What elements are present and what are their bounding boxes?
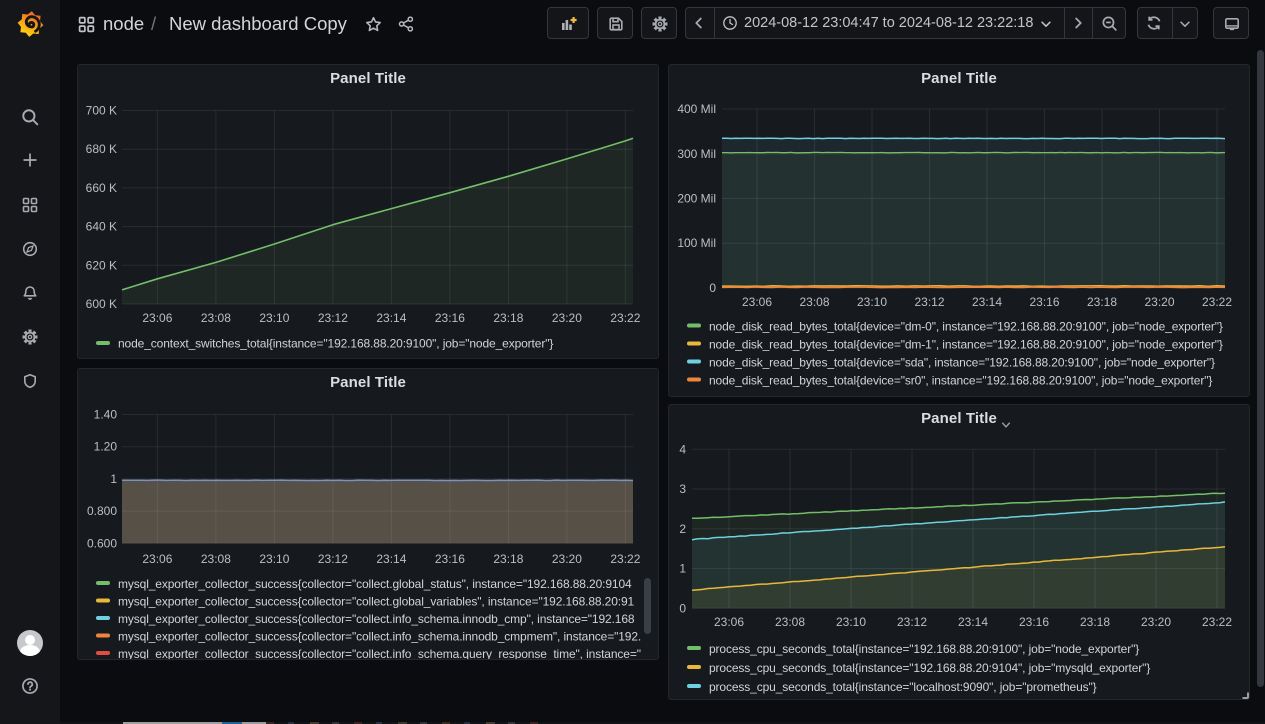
- svg-text:0: 0: [679, 601, 686, 615]
- svg-text:23:16: 23:16: [1029, 295, 1059, 309]
- svg-text:23:12: 23:12: [318, 552, 348, 566]
- svg-text:23:18: 23:18: [1087, 295, 1117, 309]
- svg-text:node_disk_read_bytes_total{dev: node_disk_read_bytes_total{device="sr0",…: [709, 374, 1212, 388]
- svg-text:100 Mil: 100 Mil: [677, 236, 716, 250]
- svg-text:23:14: 23:14: [376, 311, 406, 325]
- svg-text:600 K: 600 K: [86, 297, 117, 311]
- svg-text:1.40: 1.40: [94, 408, 118, 422]
- svg-text:node_disk_read_bytes_total{dev: node_disk_read_bytes_total{device="dm-1"…: [709, 338, 1223, 352]
- svg-text:23:20: 23:20: [1141, 615, 1171, 629]
- svg-text:23:16: 23:16: [435, 552, 465, 566]
- svg-text:23:20: 23:20: [552, 552, 582, 566]
- svg-text:mysql_exporter_collector_succe: mysql_exporter_collector_success{collect…: [118, 647, 641, 660]
- svg-text:1: 1: [679, 562, 686, 576]
- svg-text:680 K: 680 K: [86, 142, 117, 156]
- svg-text:0.600: 0.600: [87, 536, 117, 550]
- svg-text:23:14: 23:14: [972, 295, 1002, 309]
- svg-text:23:06: 23:06: [742, 295, 772, 309]
- svg-text:23:08: 23:08: [799, 295, 829, 309]
- svg-text:23:18: 23:18: [493, 552, 523, 566]
- svg-text:23:22: 23:22: [610, 552, 640, 566]
- svg-text:23:16: 23:16: [1019, 615, 1049, 629]
- svg-text:23:12: 23:12: [318, 311, 348, 325]
- svg-text:node_context_switches_total{in: node_context_switches_total{instance="19…: [118, 337, 553, 351]
- svg-text:node_disk_read_bytes_total{dev: node_disk_read_bytes_total{device="dm-0"…: [709, 320, 1223, 334]
- svg-text:23:08: 23:08: [201, 552, 231, 566]
- svg-text:1.20: 1.20: [94, 440, 118, 454]
- svg-text:node_disk_read_bytes_total{dev: node_disk_read_bytes_total{device="sda",…: [709, 356, 1215, 370]
- svg-text:4: 4: [679, 442, 686, 456]
- svg-text:23:20: 23:20: [1144, 295, 1174, 309]
- svg-text:0.800: 0.800: [87, 504, 117, 518]
- svg-text:23:12: 23:12: [914, 295, 944, 309]
- svg-text:23:06: 23:06: [142, 552, 172, 566]
- svg-text:mysql_exporter_collector_succe: mysql_exporter_collector_success{collect…: [118, 630, 641, 644]
- svg-text:23:22: 23:22: [610, 311, 640, 325]
- svg-text:23:18: 23:18: [493, 311, 523, 325]
- svg-text:23:14: 23:14: [958, 615, 988, 629]
- svg-text:process_cpu_seconds_total{inst: process_cpu_seconds_total{instance="loca…: [709, 680, 1097, 694]
- svg-text:23:06: 23:06: [142, 311, 172, 325]
- svg-text:mysql_exporter_collector_succe: mysql_exporter_collector_success{collect…: [118, 612, 635, 626]
- svg-text:2: 2: [679, 522, 686, 536]
- svg-text:23:10: 23:10: [259, 552, 289, 566]
- svg-text:23:06: 23:06: [714, 615, 744, 629]
- svg-text:mysql_exporter_collector_succe: mysql_exporter_collector_success{collect…: [118, 577, 632, 591]
- svg-text:23:10: 23:10: [259, 311, 289, 325]
- svg-text:23:14: 23:14: [376, 552, 406, 566]
- svg-text:620 K: 620 K: [86, 258, 117, 272]
- svg-text:1: 1: [110, 472, 117, 486]
- svg-text:23:22: 23:22: [1202, 615, 1232, 629]
- svg-text:300 Mil: 300 Mil: [677, 147, 716, 161]
- svg-text:mysql_exporter_collector_succe: mysql_exporter_collector_success{collect…: [118, 595, 635, 609]
- svg-text:660 K: 660 K: [86, 181, 117, 195]
- svg-text:0: 0: [709, 281, 716, 295]
- svg-text:process_cpu_seconds_total{inst: process_cpu_seconds_total{instance="192.…: [709, 661, 1150, 675]
- svg-text:400 Mil: 400 Mil: [677, 102, 716, 116]
- svg-text:23:08: 23:08: [775, 615, 805, 629]
- svg-text:200 Mil: 200 Mil: [677, 192, 716, 206]
- svg-text:23:16: 23:16: [435, 311, 465, 325]
- svg-text:23:18: 23:18: [1080, 615, 1110, 629]
- svg-text:23:12: 23:12: [897, 615, 927, 629]
- svg-text:process_cpu_seconds_total{inst: process_cpu_seconds_total{instance="192.…: [709, 642, 1139, 656]
- svg-text:640 K: 640 K: [86, 220, 117, 234]
- svg-text:23:22: 23:22: [1202, 295, 1232, 309]
- svg-text:23:10: 23:10: [836, 615, 866, 629]
- svg-text:3: 3: [679, 482, 686, 496]
- svg-text:23:08: 23:08: [201, 311, 231, 325]
- svg-text:700 K: 700 K: [86, 104, 117, 118]
- svg-text:23:10: 23:10: [857, 295, 887, 309]
- svg-text:23:20: 23:20: [552, 311, 582, 325]
